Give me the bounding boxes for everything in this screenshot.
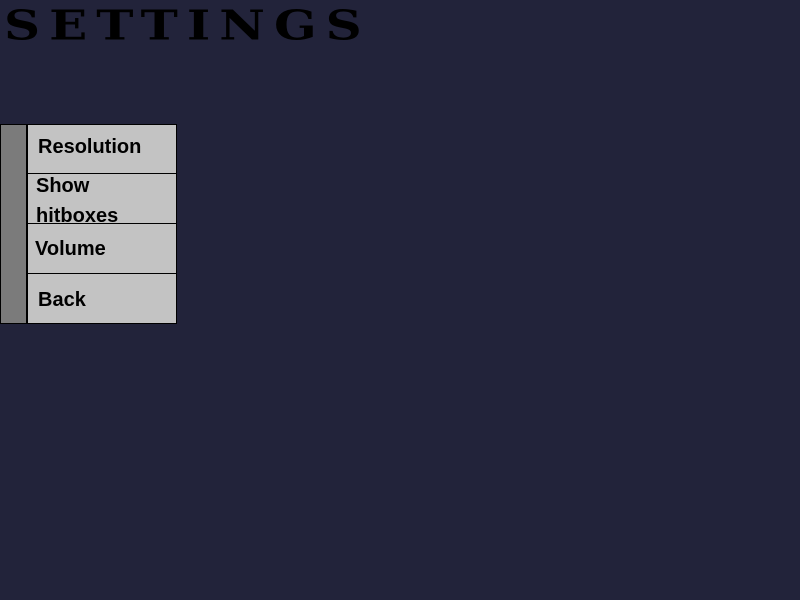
back-button[interactable]: Back — [27, 273, 177, 324]
show-hitboxes-button[interactable]: Show hitboxes — [27, 173, 177, 224]
show-hitboxes-button-label: Show hitboxes — [36, 175, 119, 224]
settings-screen: SETTINGS Resolution Show hitboxes Volume… — [0, 0, 800, 600]
volume-button-label: Volume — [35, 238, 106, 260]
back-button-label: Back — [38, 289, 86, 311]
resolution-button[interactable]: Resolution — [27, 124, 177, 175]
resolution-button-label: Resolution — [38, 136, 142, 158]
menu-side-strip — [0, 124, 27, 324]
volume-button[interactable]: Volume — [27, 223, 177, 274]
page-title: SETTINGS — [4, 1, 371, 50]
